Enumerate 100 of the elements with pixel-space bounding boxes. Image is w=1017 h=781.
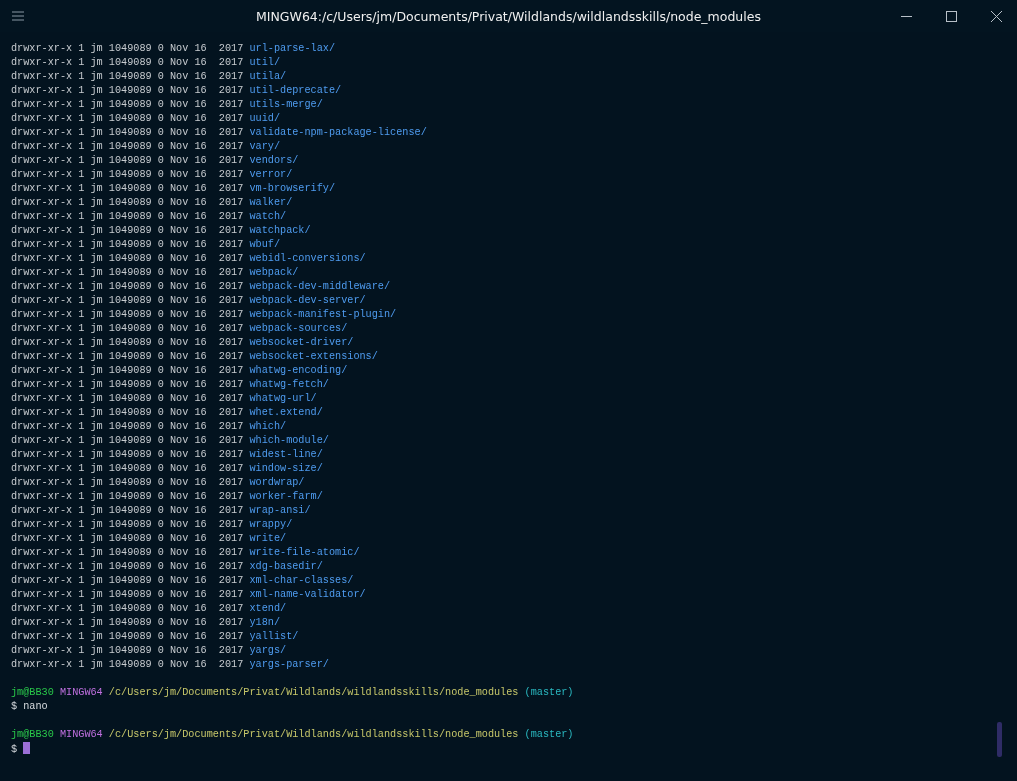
file-info: drwxr-xr-x 1 jm 1049089 0 Nov 16 2017 <box>11 225 244 236</box>
directory-name: util/ <box>249 57 281 68</box>
command-text: nano <box>23 701 48 712</box>
file-info: drwxr-xr-x 1 jm 1049089 0 Nov 16 2017 <box>11 477 244 488</box>
directory-name: vm-browserify/ <box>249 183 336 194</box>
file-info: drwxr-xr-x 1 jm 1049089 0 Nov 16 2017 <box>11 281 244 292</box>
directory-name: webpack-dev-server/ <box>249 295 366 306</box>
file-info: drwxr-xr-x 1 jm 1049089 0 Nov 16 2017 <box>11 519 244 530</box>
file-info: drwxr-xr-x 1 jm 1049089 0 Nov 16 2017 <box>11 365 244 376</box>
file-info: drwxr-xr-x 1 jm 1049089 0 Nov 16 2017 <box>11 547 244 558</box>
file-info: drwxr-xr-x 1 jm 1049089 0 Nov 16 2017 <box>11 309 244 320</box>
window-title: MINGW64:/c/Users/jm/Documents/Privat/Wildlands/wildlandsskills/node_modules <box>256 8 761 24</box>
file-info: drwxr-xr-x 1 jm 1049089 0 Nov 16 2017 <box>11 57 244 68</box>
directory-name: xtend/ <box>249 603 287 614</box>
file-info: drwxr-xr-x 1 jm 1049089 0 Nov 16 2017 <box>11 589 244 600</box>
prompt-user: jm@BB30 <box>11 687 54 698</box>
directory-name: utils-merge/ <box>249 99 323 110</box>
file-info: drwxr-xr-x 1 jm 1049089 0 Nov 16 2017 <box>11 659 244 670</box>
directory-name: widest-line/ <box>249 449 323 460</box>
file-info: drwxr-xr-x 1 jm 1049089 0 Nov 16 2017 <box>11 127 244 138</box>
file-info: drwxr-xr-x 1 jm 1049089 0 Nov 16 2017 <box>11 617 244 628</box>
file-info: drwxr-xr-x 1 jm 1049089 0 Nov 16 2017 <box>11 435 244 446</box>
file-info: drwxr-xr-x 1 jm 1049089 0 Nov 16 2017 <box>11 351 244 362</box>
file-info: drwxr-xr-x 1 jm 1049089 0 Nov 16 2017 <box>11 631 244 642</box>
file-info: drwxr-xr-x 1 jm 1049089 0 Nov 16 2017 <box>11 505 244 516</box>
file-info: drwxr-xr-x 1 jm 1049089 0 Nov 16 2017 <box>11 407 244 418</box>
file-info: drwxr-xr-x 1 jm 1049089 0 Nov 16 2017 <box>11 295 244 306</box>
file-info: drwxr-xr-x 1 jm 1049089 0 Nov 16 2017 <box>11 71 244 82</box>
directory-name: wbuf/ <box>249 239 281 250</box>
prompt-path: /c/Users/jm/Documents/Privat/Wildlands/wildlandsskills/node_modules <box>108 729 519 740</box>
file-info: drwxr-xr-x 1 jm 1049089 0 Nov 16 2017 <box>11 323 244 334</box>
directory-name: verror/ <box>249 169 293 180</box>
directory-name: validate-npm-package-license/ <box>249 127 427 138</box>
directory-name: watchpack/ <box>249 225 311 236</box>
directory-name: yargs-parser/ <box>249 659 329 670</box>
directory-name: webpack-sources/ <box>249 323 348 334</box>
directory-name: which/ <box>249 421 287 432</box>
file-info: drwxr-xr-x 1 jm 1049089 0 Nov 16 2017 <box>11 197 244 208</box>
file-info: drwxr-xr-x 1 jm 1049089 0 Nov 16 2017 <box>11 169 244 180</box>
file-info: drwxr-xr-x 1 jm 1049089 0 Nov 16 2017 <box>11 253 244 264</box>
file-info: drwxr-xr-x 1 jm 1049089 0 Nov 16 2017 <box>11 645 244 656</box>
file-info: drwxr-xr-x 1 jm 1049089 0 Nov 16 2017 <box>11 141 244 152</box>
file-info: drwxr-xr-x 1 jm 1049089 0 Nov 16 2017 <box>11 463 244 474</box>
directory-name: which-module/ <box>249 435 329 446</box>
directory-name: yargs/ <box>249 645 287 656</box>
directory-name: webpack-dev-middleware/ <box>249 281 391 292</box>
directory-name: webpack-manifest-plugin/ <box>249 309 397 320</box>
directory-name: whet.extend/ <box>249 407 323 418</box>
file-info: drwxr-xr-x 1 jm 1049089 0 Nov 16 2017 <box>11 99 244 110</box>
file-info: drwxr-xr-x 1 jm 1049089 0 Nov 16 2017 <box>11 85 244 96</box>
file-info: drwxr-xr-x 1 jm 1049089 0 Nov 16 2017 <box>11 183 244 194</box>
directory-name: wordwrap/ <box>249 477 305 488</box>
file-info: drwxr-xr-x 1 jm 1049089 0 Nov 16 2017 <box>11 43 244 54</box>
file-info: drwxr-xr-x 1 jm 1049089 0 Nov 16 2017 <box>11 421 244 432</box>
prompt-user: jm@BB30 <box>11 729 54 740</box>
file-info: drwxr-xr-x 1 jm 1049089 0 Nov 16 2017 <box>11 449 244 460</box>
directory-name: xml-name-validator/ <box>249 589 366 600</box>
directory-name: wrappy/ <box>249 519 293 530</box>
directory-name: xdg-basedir/ <box>249 561 323 572</box>
directory-name: wrap-ansi/ <box>249 505 311 516</box>
file-info: drwxr-xr-x 1 jm 1049089 0 Nov 16 2017 <box>11 575 244 586</box>
directory-name: vendors/ <box>249 155 299 166</box>
file-info: drwxr-xr-x 1 jm 1049089 0 Nov 16 2017 <box>11 533 244 544</box>
file-info: drwxr-xr-x 1 jm 1049089 0 Nov 16 2017 <box>11 393 244 404</box>
directory-name: xml-char-classes/ <box>249 575 354 586</box>
directory-name: y18n/ <box>249 617 281 628</box>
prompt-system: MINGW64 <box>59 687 103 698</box>
directory-name: write-file-atomic/ <box>249 547 360 558</box>
prompt-path: /c/Users/jm/Documents/Privat/Wildlands/wildlandsskills/node_modules <box>108 687 519 698</box>
prompt-branch: (master) <box>524 687 574 698</box>
file-info: drwxr-xr-x 1 jm 1049089 0 Nov 16 2017 <box>11 603 244 614</box>
directory-name: walker/ <box>249 197 293 208</box>
file-info: drwxr-xr-x 1 jm 1049089 0 Nov 16 2017 <box>11 211 244 222</box>
file-info: drwxr-xr-x 1 jm 1049089 0 Nov 16 2017 <box>11 337 244 348</box>
file-info: drwxr-xr-x 1 jm 1049089 0 Nov 16 2017 <box>11 267 244 278</box>
directory-name: webpack/ <box>249 267 299 278</box>
directory-name: whatwg-fetch/ <box>249 379 329 390</box>
directory-name: url-parse-lax/ <box>249 43 336 54</box>
directory-name: websocket-extensions/ <box>249 351 378 362</box>
file-info: drwxr-xr-x 1 jm 1049089 0 Nov 16 2017 <box>11 561 244 572</box>
directory-name: websocket-driver/ <box>249 337 354 348</box>
directory-name: utila/ <box>249 71 287 82</box>
directory-name: vary/ <box>249 141 281 152</box>
directory-name: watch/ <box>249 211 287 222</box>
directory-name: uuid/ <box>249 113 281 124</box>
directory-name: yallist/ <box>249 631 299 642</box>
directory-name: write/ <box>249 533 287 544</box>
file-info: drwxr-xr-x 1 jm 1049089 0 Nov 16 2017 <box>11 113 244 124</box>
directory-name: webidl-conversions/ <box>249 253 366 264</box>
directory-name: whatwg-encoding/ <box>249 365 348 376</box>
file-info: drwxr-xr-x 1 jm 1049089 0 Nov 16 2017 <box>11 239 244 250</box>
directory-name: util-deprecate/ <box>249 85 342 96</box>
directory-name: whatwg-url/ <box>249 393 317 404</box>
directory-name: window-size/ <box>249 463 323 474</box>
prompt-system: MINGW64 <box>59 729 103 740</box>
prompt-symbol: $ <box>11 701 18 712</box>
file-info: drwxr-xr-x 1 jm 1049089 0 Nov 16 2017 <box>11 155 244 166</box>
prompt-branch: (master) <box>524 729 574 740</box>
file-info: drwxr-xr-x 1 jm 1049089 0 Nov 16 2017 <box>11 379 244 390</box>
directory-name: worker-farm/ <box>249 491 323 502</box>
